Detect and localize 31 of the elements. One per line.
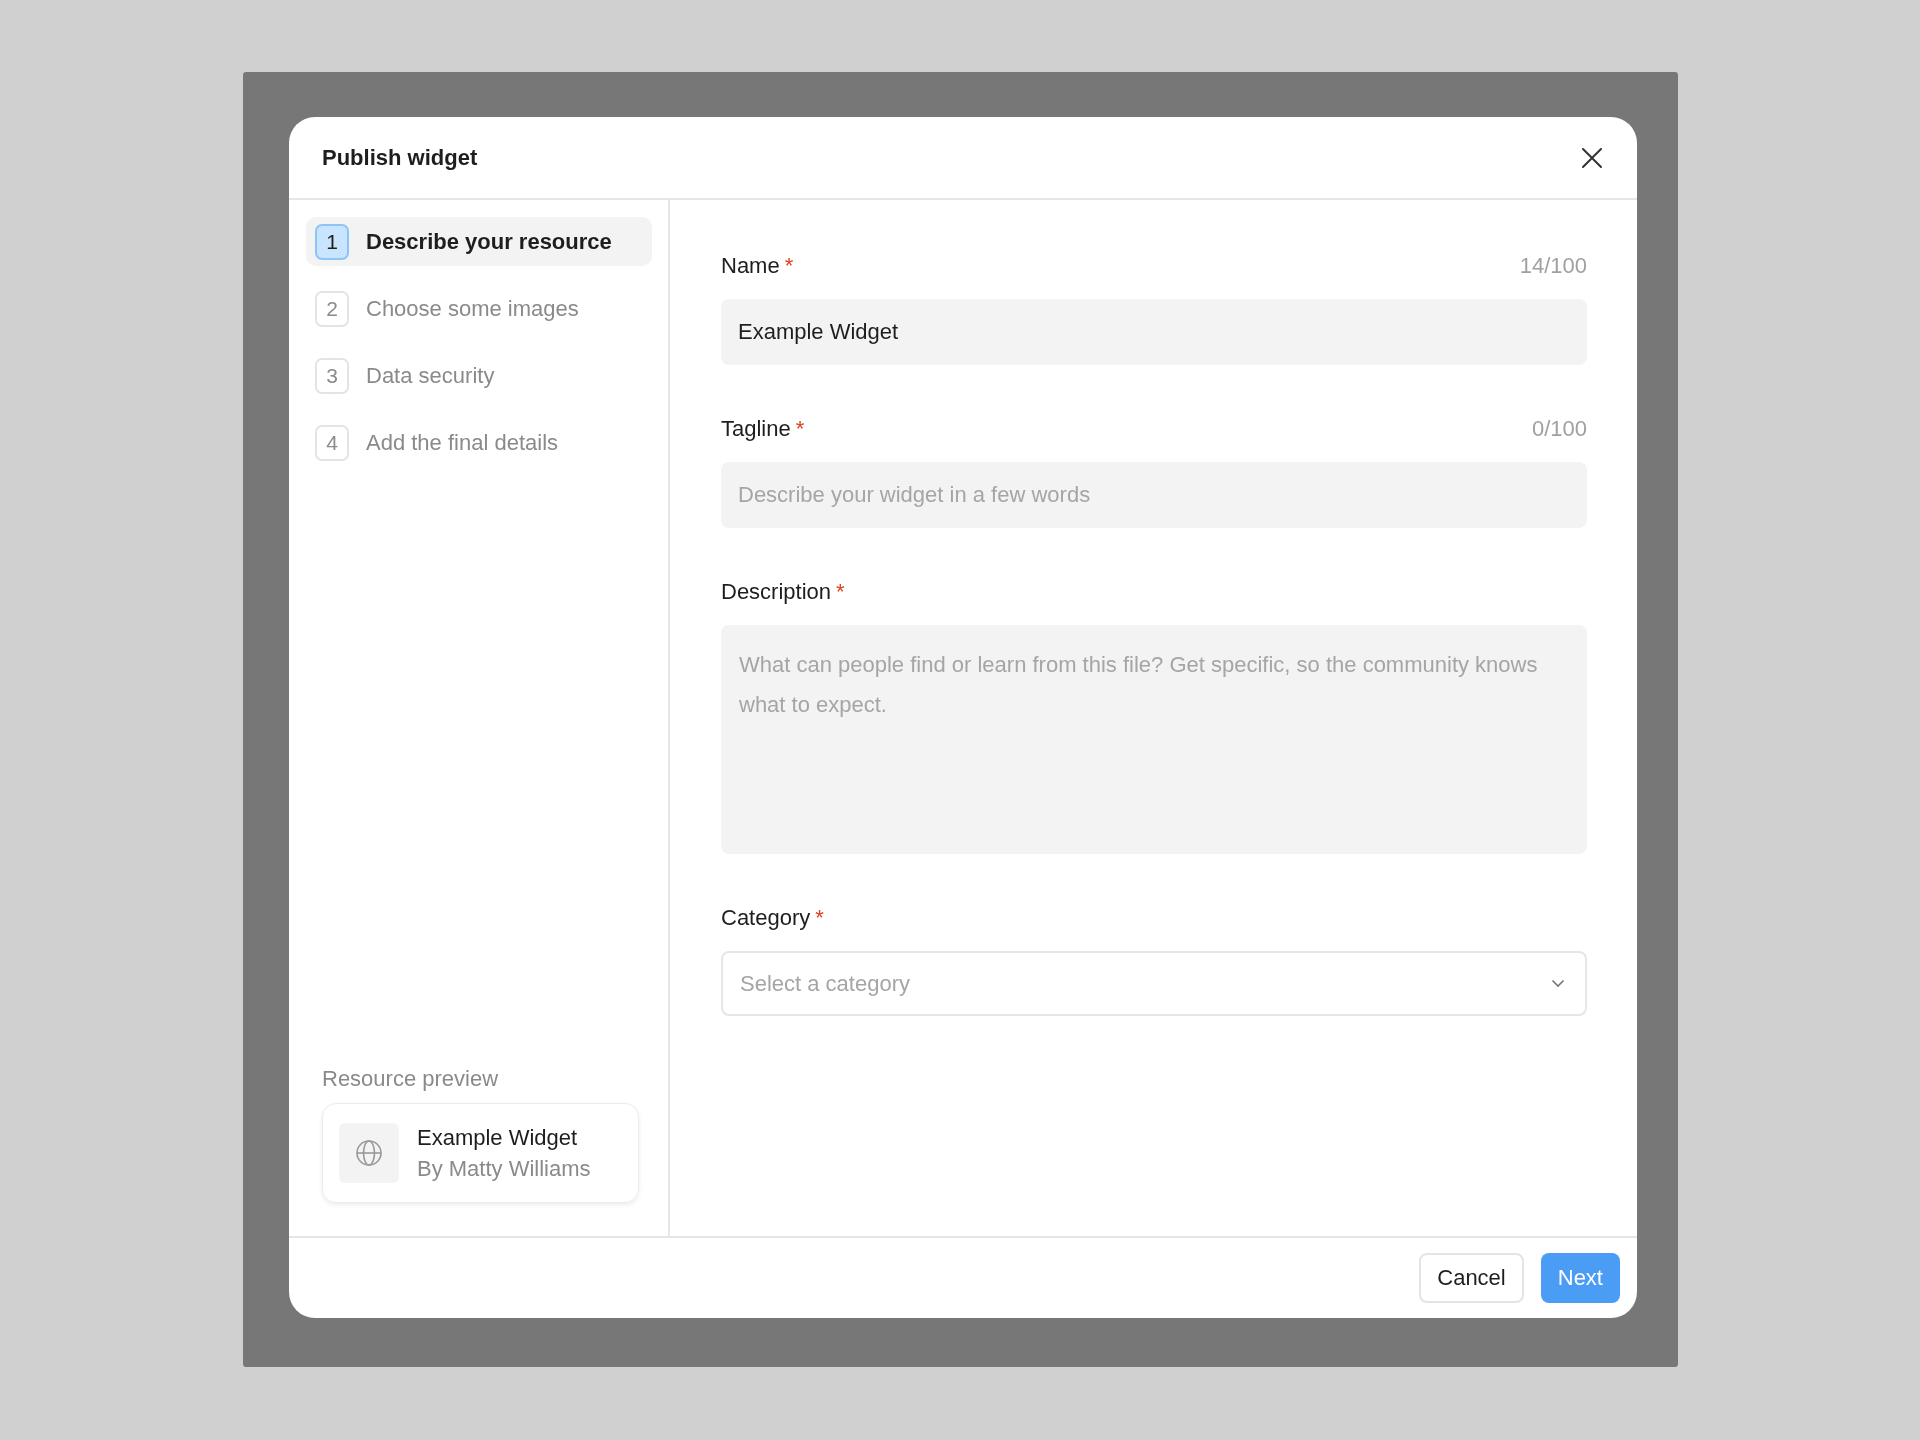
- preview-heading: Resource preview: [322, 1066, 500, 1092]
- character-counter: 14/100: [1519, 253, 1587, 279]
- step-item[interactable]: 1 Describe your resource: [306, 217, 652, 266]
- required-mark: *: [795, 416, 805, 442]
- step-item[interactable]: 3 Data security: [306, 351, 652, 400]
- field-label: Description: [721, 579, 832, 605]
- required-mark: *: [815, 905, 824, 931]
- next-button[interactable]: Next: [1540, 1253, 1620, 1303]
- required-mark: *: [836, 579, 845, 605]
- step-item[interactable]: 4 Add the final details: [306, 418, 652, 467]
- step-number: 1: [315, 223, 349, 260]
- dialog-title: Publish widget: [322, 144, 478, 171]
- preview-author: By Matty Williams: [417, 1155, 591, 1182]
- preview-name: Example Widget: [417, 1124, 579, 1151]
- field-label: Tagline: [721, 416, 791, 442]
- step-number: 3: [315, 357, 349, 394]
- cancel-button[interactable]: Cancel: [1419, 1253, 1524, 1303]
- text-field[interactable]: Describe your widget in a few words: [721, 462, 1587, 528]
- field-label: Category: [721, 905, 811, 931]
- text-field[interactable]: Example Widget: [721, 299, 1587, 365]
- character-counter: 0/100: [1531, 416, 1587, 442]
- step-number: 4: [315, 424, 349, 461]
- chevron-down-icon: [1551, 979, 1565, 988]
- step-number: 2: [315, 290, 349, 327]
- required-mark: *: [784, 253, 794, 279]
- close-icon[interactable]: [1581, 146, 1603, 169]
- step-item[interactable]: 2 Choose some images: [306, 284, 652, 333]
- textarea-field[interactable]: What can people find or learn from this file? Get specific, so the community knows what to expect.: [721, 625, 1587, 854]
- globe-icon: [355, 1139, 383, 1167]
- select-field[interactable]: Select a category: [721, 951, 1587, 1016]
- field-label: Name: [721, 253, 780, 279]
